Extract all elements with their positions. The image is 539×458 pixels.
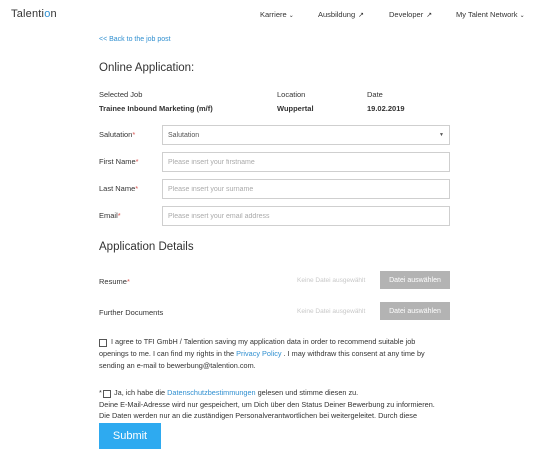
external-link-icon: ↗ [426,12,433,19]
further-documents-no-file-text: Keine Datei ausgewählt [297,308,366,315]
first-name-input[interactable] [162,152,450,172]
nav-item-karriere[interactable]: Karriere ⌄ [260,10,294,19]
back-to-job-link[interactable]: << Back to the job post [99,36,171,43]
consent-checkbox[interactable] [99,339,107,347]
nav-item-developer[interactable]: Developer ↗ [389,10,432,19]
further-documents-label: Further Documents [99,308,164,317]
chevron-down-icon: ⌄ [519,13,525,19]
last-name-input[interactable] [162,179,450,199]
privacy-checkbox[interactable] [103,390,111,398]
resume-no-file-text: Keine Datei ausgewählt [297,277,366,284]
location-value: Wuppertal [277,104,314,113]
date-header: Date [367,90,383,99]
date-value: 19.02.2019 [367,104,405,113]
resume-file-button[interactable]: Datei auswählen [380,271,450,289]
email-label: Email* [99,211,121,220]
top-navigation: Talention Karriere ⌄ Ausbildung ↗ Develope… [0,0,539,28]
salutation-select[interactable]: Salutation ▼ [162,125,450,145]
page-title: Online Application: [99,62,195,74]
first-name-label: First Name* [99,157,139,166]
application-details-title: Application Details [99,241,194,253]
last-name-label: Last Name* [99,184,139,193]
consent-line-1: I agree to TFI GmbH / Talention saving m… [111,337,416,346]
resume-label: Resume* [99,277,130,286]
nav-item-ausbildung[interactable]: Ausbildung ↗ [318,10,364,19]
salutation-label: Salutation* [99,130,136,139]
location-header: Location [277,90,306,99]
datenschutz-link[interactable]: Datenschutzbestimmungen [167,388,255,397]
consent-line-2: openings to me. I can find my rights in … [99,349,425,358]
email-input[interactable] [162,206,450,226]
chevron-down-icon: ⌄ [288,13,294,19]
privacy-line-1: Ja, ich habe die Datenschutzbestimmungen… [114,388,359,397]
privacy-line-3: Die Daten werden nur an die zuständigen … [99,411,418,420]
privacy-policy-link[interactable]: Privacy Policy [236,349,281,358]
submit-button[interactable]: Submit [99,423,161,449]
external-link-icon: ↗ [358,12,364,19]
selected-job-header: Selected Job [99,90,143,99]
dropdown-caret-icon: ▼ [439,132,444,138]
nav-item-my-talent-network[interactable]: My Talent Network ⌄ [456,10,525,19]
privacy-required-mark: * [99,388,102,397]
consent-line-3: sending an e-mail to bewerbung@talention… [99,361,256,370]
further-documents-file-button[interactable]: Datei auswählen [380,302,450,320]
selected-job-value: Trainee Inbound Marketing (m/f) [99,104,213,113]
talention-logo[interactable]: Talention [11,8,57,20]
